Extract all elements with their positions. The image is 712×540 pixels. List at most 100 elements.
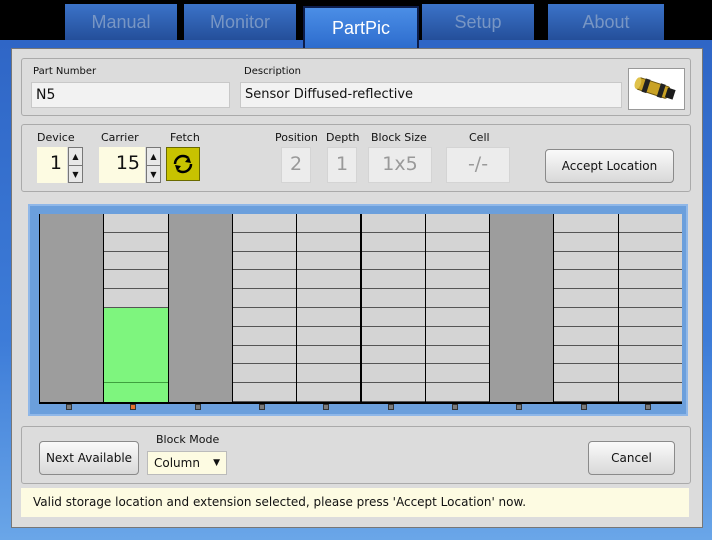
grid-slot[interactable]: [618, 383, 682, 402]
description-field[interactable]: Sensor Diffused-reflective: [240, 82, 622, 108]
grid-slot[interactable]: [297, 270, 361, 290]
grid-slot[interactable]: [618, 270, 682, 290]
tab-partpic[interactable]: PartPic: [303, 6, 419, 48]
grid-column-blocked[interactable]: [40, 214, 104, 402]
grid-slot[interactable]: [297, 252, 361, 271]
grid-slot[interactable]: [104, 214, 168, 233]
grid-slot[interactable]: [361, 289, 425, 308]
grid-slot[interactable]: [297, 346, 361, 365]
grid-slot-selected[interactable]: [104, 326, 168, 346]
carrier-value[interactable]: 15: [99, 147, 145, 183]
grid-slot[interactable]: [425, 270, 490, 290]
grid-slot[interactable]: [554, 308, 618, 327]
grid-column[interactable]: [297, 214, 361, 402]
tab-manual[interactable]: Manual: [65, 4, 177, 40]
grid-slot-selected[interactable]: [104, 383, 168, 402]
grid-slot[interactable]: [232, 346, 297, 365]
spin-up-icon[interactable]: ▲: [69, 148, 82, 166]
grid-slot[interactable]: [618, 308, 682, 327]
grid-slot[interactable]: [425, 252, 490, 271]
fetch-button[interactable]: [166, 147, 200, 181]
grid-column[interactable]: [618, 214, 682, 402]
grid-column-blocked[interactable]: [490, 214, 554, 402]
grid-slot[interactable]: [232, 252, 297, 271]
tab-about[interactable]: About: [548, 4, 664, 40]
grid-slot[interactable]: [297, 233, 361, 252]
grid-slot[interactable]: [618, 252, 682, 271]
grid-slot[interactable]: [297, 289, 361, 308]
grid-slot[interactable]: [232, 364, 297, 384]
grid-slot[interactable]: [297, 308, 361, 327]
grid-slot[interactable]: [554, 233, 618, 252]
grid-slot[interactable]: [232, 327, 297, 346]
grid-slot[interactable]: [361, 270, 425, 290]
grid-slot[interactable]: [554, 214, 618, 233]
grid-slot[interactable]: [618, 327, 682, 346]
grid-slot-selected[interactable]: [104, 308, 168, 327]
grid-slot[interactable]: [104, 270, 168, 290]
grid-slot[interactable]: [232, 383, 297, 402]
grid-slot[interactable]: [618, 289, 682, 308]
grid-slot[interactable]: [618, 346, 682, 365]
carrier-spinner[interactable]: ▲ ▼: [146, 147, 161, 183]
grid-slot[interactable]: [232, 270, 297, 290]
cancel-button[interactable]: Cancel: [588, 441, 675, 475]
grid-slot[interactable]: [618, 233, 682, 252]
grid-slot[interactable]: [425, 346, 490, 365]
grid-slot[interactable]: [425, 289, 490, 308]
grid-slot[interactable]: [297, 327, 361, 346]
grid-slot[interactable]: [554, 346, 618, 365]
device-spinner[interactable]: ▲ ▼: [68, 147, 83, 183]
grid-slot-selected[interactable]: [104, 364, 168, 384]
grid-slot[interactable]: [554, 383, 618, 402]
spin-down-icon[interactable]: ▼: [147, 166, 160, 183]
grid-slot[interactable]: [618, 364, 682, 384]
grid-slot[interactable]: [361, 364, 425, 384]
grid-slot[interactable]: [554, 289, 618, 308]
grid-slot[interactable]: [361, 327, 425, 346]
block-mode-select[interactable]: Column ▼: [147, 451, 227, 475]
grid-slot[interactable]: [361, 214, 425, 233]
spin-down-icon[interactable]: ▼: [69, 166, 82, 183]
grid-column[interactable]: [104, 214, 168, 402]
grid-slot[interactable]: [104, 233, 168, 252]
tab-monitor[interactable]: Monitor: [184, 4, 296, 40]
grid-slot[interactable]: [297, 383, 361, 402]
grid-slot[interactable]: [297, 364, 361, 384]
grid-slot[interactable]: [297, 214, 361, 233]
device-value[interactable]: 1: [37, 147, 67, 183]
grid-slot[interactable]: [104, 252, 168, 271]
grid-slot[interactable]: [361, 308, 425, 327]
grid-column[interactable]: [554, 214, 618, 402]
grid-column-blocked[interactable]: [168, 214, 232, 402]
grid-slot[interactable]: [232, 214, 297, 233]
grid-slot[interactable]: [425, 214, 490, 233]
next-available-button[interactable]: Next Available: [39, 441, 139, 475]
spin-up-icon[interactable]: ▲: [147, 148, 160, 166]
grid-slot[interactable]: [361, 346, 425, 365]
grid-column[interactable]: [425, 214, 490, 402]
grid-slot[interactable]: [232, 233, 297, 252]
grid-slot[interactable]: [361, 383, 425, 402]
grid-slot[interactable]: [554, 364, 618, 384]
grid-slot[interactable]: [104, 289, 168, 308]
tab-setup[interactable]: Setup: [422, 4, 534, 40]
grid-column[interactable]: [361, 214, 425, 402]
grid-slot[interactable]: [425, 308, 490, 327]
grid-column[interactable]: [232, 214, 297, 402]
grid-slot[interactable]: [554, 327, 618, 346]
grid-slot[interactable]: [232, 308, 297, 327]
grid-slot[interactable]: [618, 214, 682, 233]
part-number-field[interactable]: N5: [31, 82, 230, 108]
grid-slot[interactable]: [425, 383, 490, 402]
grid-slot[interactable]: [425, 233, 490, 252]
grid-slot[interactable]: [361, 233, 425, 252]
grid-slot[interactable]: [425, 327, 490, 346]
grid-slot[interactable]: [554, 270, 618, 290]
grid-slot[interactable]: [425, 364, 490, 384]
grid-slot[interactable]: [232, 289, 297, 308]
grid-slot-selected[interactable]: [104, 345, 168, 365]
grid-slot[interactable]: [361, 252, 425, 271]
accept-location-button[interactable]: Accept Location: [545, 149, 674, 183]
grid-slot[interactable]: [554, 252, 618, 271]
